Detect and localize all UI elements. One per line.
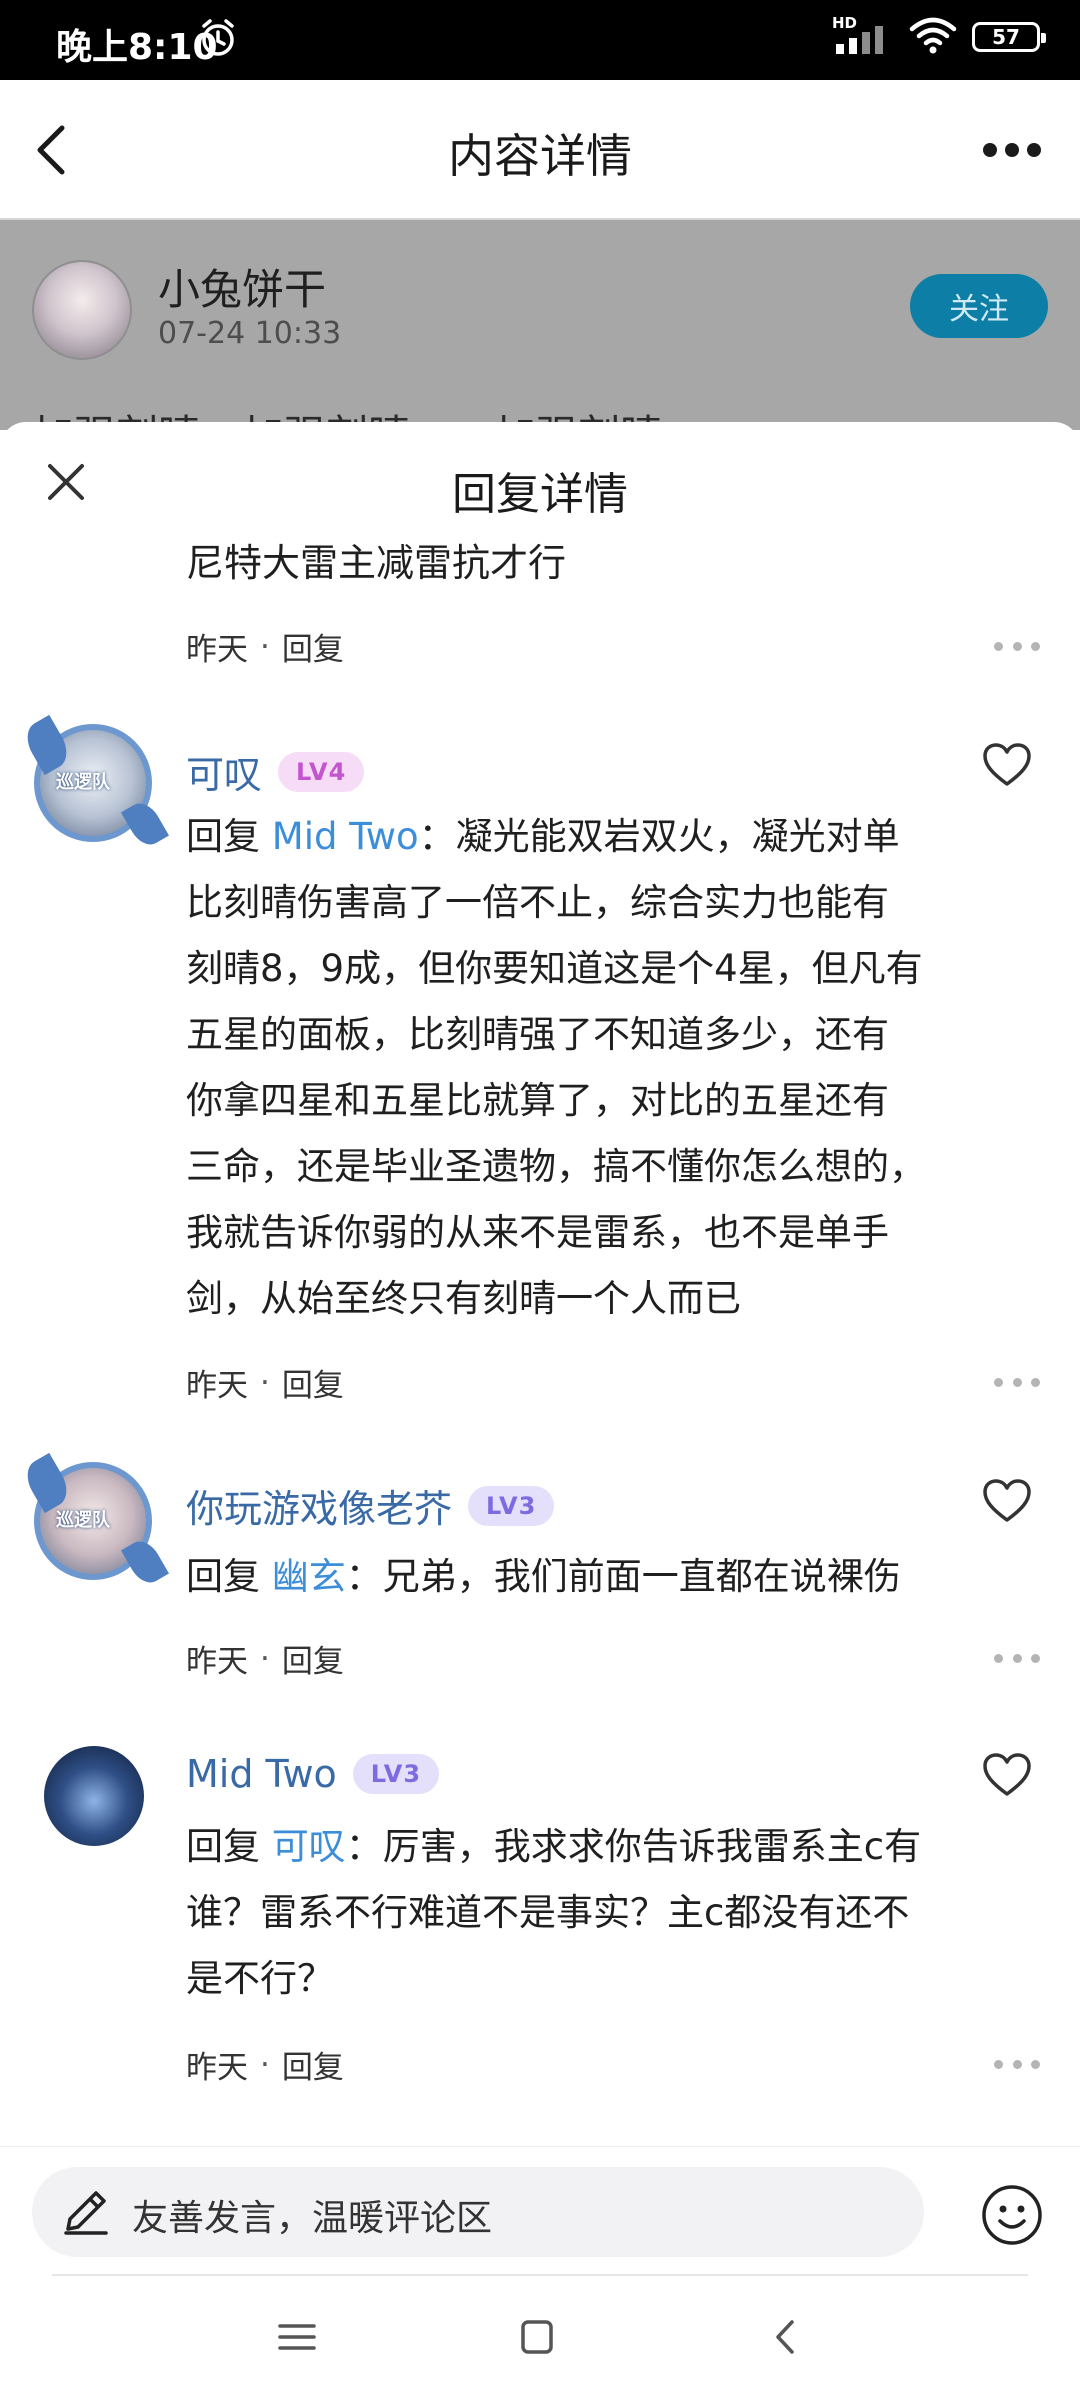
comment-body: 回复 可叹：厉害，我求求你告诉我雷系主c有 谁？雷系不行难道不是事实？主c都没有… <box>186 1814 986 2012</box>
comment-meta: 昨天 · 回复 <box>186 624 344 669</box>
reply-prefix: 回复 <box>186 1825 260 1868</box>
commenter-name[interactable]: 可叹 LV4 <box>186 744 365 799</box>
heart-icon <box>983 1479 1031 1522</box>
comment-line: 回复 可叹：厉害，我求求你告诉我雷系主c有 <box>186 1825 922 1868</box>
reply-mention[interactable]: 幽玄 <box>272 1555 346 1598</box>
comment-line: 刻晴8，9成，但你要知道这是个4星，但凡有 <box>186 947 923 990</box>
top-app-bar: 内容详情 <box>0 80 1080 220</box>
commenter-avatar[interactable] <box>44 1746 144 1846</box>
reply-detail-sheet: 回复详情 尼特大雷主减雷抗才行 昨天 · 回复 巡逻队 可叹 LV4 回复 Mi… <box>0 422 1080 2400</box>
comment-more-button[interactable] <box>994 1654 1040 1666</box>
comment-more-button[interactable] <box>994 1378 1040 1390</box>
comment-line: 是不行？ <box>186 1957 334 2000</box>
emoji-button[interactable] <box>980 2183 1044 2247</box>
sheet-title: 回复详情 <box>452 469 628 520</box>
comment-time: 昨天 <box>186 2050 248 2086</box>
battery-icon: 57 <box>972 22 1046 52</box>
post-author-name[interactable]: 小兔饼干 <box>158 256 326 317</box>
heart-icon <box>983 743 1031 786</box>
comment-more-button[interactable] <box>994 642 1040 654</box>
level-badge: LV3 <box>468 1485 555 1526</box>
signal-icon: HD <box>832 14 894 60</box>
home-icon[interactable] <box>510 2314 564 2360</box>
comment-line: 我就告诉你弱的从来不是雷系，也不是单手 <box>186 1211 889 1254</box>
commenter-avatar[interactable]: 巡逻队 <box>19 1452 169 1589</box>
comment-line: 谁？雷系不行难道不是事实？主c都没有还不 <box>186 1891 910 1934</box>
like-button[interactable] <box>982 1752 1032 1798</box>
commenter-avatar[interactable]: 巡逻队 <box>19 714 169 851</box>
smiley-icon <box>982 2185 1042 2245</box>
reply-link[interactable]: 回复 <box>282 624 344 669</box>
wifi-icon <box>908 15 958 59</box>
comment-line: 剑，从始至终只有刻晴一个人而已 <box>186 1277 741 1320</box>
avatar-frame-badge: 巡逻队 <box>56 1510 110 1531</box>
commenter-name-text[interactable]: Mid Two <box>186 1752 337 1796</box>
status-bar: 晚上8:10 HD 57 <box>0 0 1080 80</box>
level-badge: LV3 <box>352 1754 440 1794</box>
comment-line: 回复 幽玄：兄弟，我们前面一直都在说裸伤 <box>186 1555 901 1598</box>
level-badge: LV4 <box>278 751 365 792</box>
reply-prefix: 回复 <box>186 815 260 858</box>
more-horizontal-icon <box>983 143 997 157</box>
comment-line: 比刻晴伤害高了一倍不止，综合实力也能有 <box>186 881 889 924</box>
comment-time: 昨天 <box>186 1644 248 1680</box>
comment-line: 三命，还是毕业圣遗物，搞不懂你怎么想的， <box>186 1145 926 1188</box>
comment-more-button[interactable] <box>994 2060 1040 2072</box>
reply-prefix: 回复 <box>186 1555 260 1598</box>
post-time: 07-24 10:33 <box>158 316 342 351</box>
more-horizontal-icon <box>994 642 1003 651</box>
status-time: 晚上8:10 <box>56 27 218 68</box>
reply-mention[interactable]: 可叹 <box>272 1825 346 1868</box>
commenter-name-text[interactable]: 可叹 <box>186 744 262 799</box>
battery-level: 57 <box>992 25 1020 49</box>
menu-icon[interactable] <box>270 2314 324 2360</box>
network-type: HD <box>832 14 858 32</box>
author-avatar[interactable] <box>32 260 132 360</box>
like-button[interactable] <box>982 1478 1032 1524</box>
nav-back-icon[interactable] <box>760 2314 814 2360</box>
comment-body: 回复 幽玄：兄弟，我们前面一直都在说裸伤 <box>186 1544 986 1610</box>
more-horizontal-icon <box>994 1654 1003 1663</box>
comment-line: 五星的面板，比刻晴强了不知道多少，还有 <box>186 1013 889 1056</box>
avatar-frame-badge: 巡逻队 <box>56 772 110 793</box>
system-nav-bar <box>0 2276 1080 2400</box>
commenter-name[interactable]: Mid Two LV3 <box>186 1752 440 1796</box>
reply-mention[interactable]: Mid Two <box>272 815 419 858</box>
comment-time: 昨天 <box>186 632 248 668</box>
comment-time: 昨天 <box>186 1368 248 1404</box>
comment-input-bar: 友善发言，温暖评论区 <box>0 2146 1080 2276</box>
comment-text: 尼特大雷主减雷抗才行 <box>186 541 567 585</box>
commenter-name[interactable]: 你玩游戏像老芥 LV3 <box>186 1478 555 1533</box>
commenter-name-text[interactable]: 你玩游戏像老芥 <box>186 1478 452 1533</box>
comment-meta: 昨天 · 回复 <box>186 2042 344 2087</box>
page-title: 内容详情 <box>448 129 632 183</box>
like-button[interactable] <box>982 742 1032 788</box>
comment-meta: 昨天 · 回复 <box>186 1636 344 1681</box>
more-horizontal-icon <box>994 1378 1003 1387</box>
comment-line: 回复 Mid Two：凝光能双岩双火，凝光对单 <box>186 815 900 858</box>
pen-icon <box>64 2191 108 2235</box>
comment-meta: 昨天 · 回复 <box>186 1360 344 1405</box>
reply-link[interactable]: 回复 <box>282 1360 344 1405</box>
more-horizontal-icon <box>994 2060 1003 2069</box>
heart-icon <box>983 1753 1031 1796</box>
more-button[interactable] <box>972 124 1052 176</box>
comment-body: 回复 Mid Two：凝光能双岩双火，凝光对单 比刻晴伤害高了一倍不止，综合实力… <box>186 804 986 1332</box>
post-overlay[interactable]: 小兔饼干 07-24 10:33 关注 加强刻晴，加强刻晴……加强刻晴 <box>0 220 1080 430</box>
alarm-icon <box>196 16 240 64</box>
reply-link[interactable]: 回复 <box>282 2042 344 2087</box>
reply-link[interactable]: 回复 <box>282 1636 344 1681</box>
follow-button[interactable]: 关注 <box>910 274 1048 338</box>
comment-input-placeholder[interactable]: 友善发言，温暖评论区 <box>132 2189 492 2241</box>
comment-line: 你拿四星和五星比就算了，对比的五星还有 <box>186 1079 889 1122</box>
